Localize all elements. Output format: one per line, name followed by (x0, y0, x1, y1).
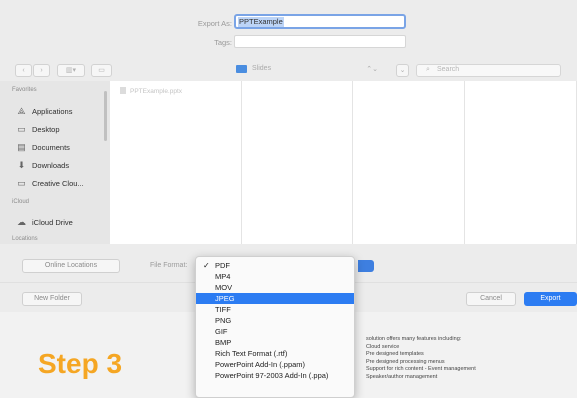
cloud-icon: ☁ (17, 217, 26, 227)
sidebar-item-label: Desktop (32, 125, 60, 134)
file-name: PPTExample.pptx (130, 88, 183, 95)
sidebar: Favorites ⟁ Applications ▭ Desktop ▤ Doc… (0, 81, 110, 244)
checkmark-icon: ✓ (203, 261, 210, 270)
format-option-label: MP4 (215, 272, 231, 281)
sidebar-item-label: Documents (32, 143, 70, 152)
format-option-label: GIF (215, 327, 228, 336)
tags-label: Tags: (214, 38, 232, 47)
export-as-label: Export As: (197, 19, 232, 28)
new-folder-icon[interactable]: ▭ (91, 64, 112, 77)
sidebar-item-creative-cloud[interactable]: ▭ Creative Clou... (15, 178, 84, 189)
document-icon (120, 87, 126, 94)
file-format-select[interactable] (358, 260, 374, 272)
format-option-pdf[interactable]: ✓ PDF (196, 260, 354, 271)
search-input[interactable]: ⌕ Search (416, 64, 561, 77)
export-as-value: PPTExample (238, 17, 284, 27)
file-format-menu: ✓ PDF MP4 MOV JPEG TIFF PNG GIF BMP Rich… (195, 256, 355, 398)
slide-bullets: solution offers many features including:… (366, 336, 541, 382)
format-option-mov[interactable]: MOV (196, 282, 354, 293)
sidebar-scrollbar[interactable] (104, 91, 107, 141)
export-as-input[interactable]: PPTExample (234, 14, 406, 29)
browser-toolbar: ‹ › ▥▾ ▭ Slides ⌃⌄ ⌄ ⌕ Search (0, 59, 577, 81)
format-option-label: MOV (215, 283, 233, 292)
cancel-button[interactable]: Cancel (466, 292, 516, 306)
format-option-label: Rich Text Format (.rtf) (215, 349, 288, 358)
format-option-tiff[interactable]: TIFF (196, 304, 354, 315)
format-option-label: PNG (215, 316, 232, 325)
back-button[interactable]: ‹ (15, 64, 32, 77)
export-button[interactable]: Export (524, 292, 577, 306)
format-option-label: JPEG (215, 294, 235, 303)
sidebar-item-documents[interactable]: ▤ Documents (15, 142, 70, 153)
sidebar-item-label: Applications (32, 107, 73, 116)
sidebar-item-downloads[interactable]: ⬇ Downloads (15, 160, 69, 171)
format-option-label: PDF (215, 261, 230, 270)
browser-column[interactable] (242, 81, 353, 244)
format-option-label: TIFF (215, 305, 231, 314)
forward-button[interactable]: › (33, 64, 50, 77)
format-option-bmp[interactable]: BMP (196, 337, 354, 348)
slide-line: Speaker/author management (366, 373, 438, 380)
format-option-ppam[interactable]: PowerPoint Add-In (.ppam) (196, 359, 354, 370)
documents-icon: ▤ (17, 142, 26, 152)
slide-line: Support for rich content - Event managem… (366, 366, 476, 373)
sidebar-item-label: Downloads (32, 161, 70, 170)
format-option-mp4[interactable]: MP4 (196, 271, 354, 282)
location-label: Slides (252, 65, 272, 72)
browser-column[interactable] (465, 81, 577, 244)
sidebar-item-desktop[interactable]: ▭ Desktop (15, 124, 60, 135)
sidebar-section-icloud: iCloud (12, 199, 30, 205)
format-option-label: BMP (215, 338, 232, 347)
folder-icon: ▭ (17, 178, 26, 188)
applications-icon: ⟁ (17, 106, 26, 116)
browser-column[interactable] (353, 81, 465, 244)
slide-line: Cloud service (366, 343, 400, 350)
downloads-icon: ⬇ (17, 160, 26, 170)
search-placeholder: Search (437, 66, 460, 73)
sidebar-item-icloud-drive[interactable]: ☁ iCloud Drive (15, 217, 73, 228)
slide-line: Pre designed processing menus (366, 358, 445, 365)
sidebar-item-label: iCloud Drive (32, 218, 73, 227)
format-option-rtf[interactable]: Rich Text Format (.rtf) (196, 348, 354, 359)
format-option-ppa[interactable]: PowerPoint 97-2003 Add-In (.ppa) (196, 370, 354, 381)
tags-input[interactable] (234, 35, 406, 48)
format-option-jpeg[interactable]: JPEG (196, 293, 354, 304)
sidebar-section-locations: Locations (12, 236, 38, 242)
browser-column[interactable]: PPTExample.pptx (110, 81, 242, 244)
file-item[interactable]: PPTExample.pptx (120, 87, 182, 95)
folder-icon (236, 65, 247, 73)
expand-button[interactable]: ⌄ (396, 64, 409, 77)
desktop-icon: ▭ (17, 124, 26, 134)
slide-line: solution offers many features including: (366, 336, 462, 342)
sidebar-section-favorites: Favorites (12, 87, 37, 93)
format-option-label: PowerPoint 97-2003 Add-In (.ppa) (215, 371, 329, 380)
step-title: Step 3 (38, 348, 123, 379)
sidebar-item-label: Creative Clou... (32, 179, 84, 188)
location-select[interactable]: Slides ⌃⌄ (236, 63, 388, 77)
view-options-button[interactable]: ▥▾ (57, 64, 85, 77)
slide-line: Pre designed templates (366, 351, 424, 358)
search-icon: ⌕ (426, 66, 430, 73)
updown-arrows-icon: ⌃⌄ (366, 66, 378, 73)
sidebar-item-applications[interactable]: ⟁ Applications (15, 106, 72, 117)
file-format-label: File Format: (150, 262, 188, 269)
format-option-gif[interactable]: GIF (196, 326, 354, 337)
format-option-label: PowerPoint Add-In (.ppam) (215, 360, 306, 369)
new-folder-button[interactable]: New Folder (22, 292, 82, 306)
column-browser: PPTExample.pptx (110, 81, 577, 244)
format-option-png[interactable]: PNG (196, 315, 354, 326)
export-form: Export As: PPTExample Tags: (0, 0, 577, 52)
online-locations-button[interactable]: Online Locations (22, 259, 120, 273)
